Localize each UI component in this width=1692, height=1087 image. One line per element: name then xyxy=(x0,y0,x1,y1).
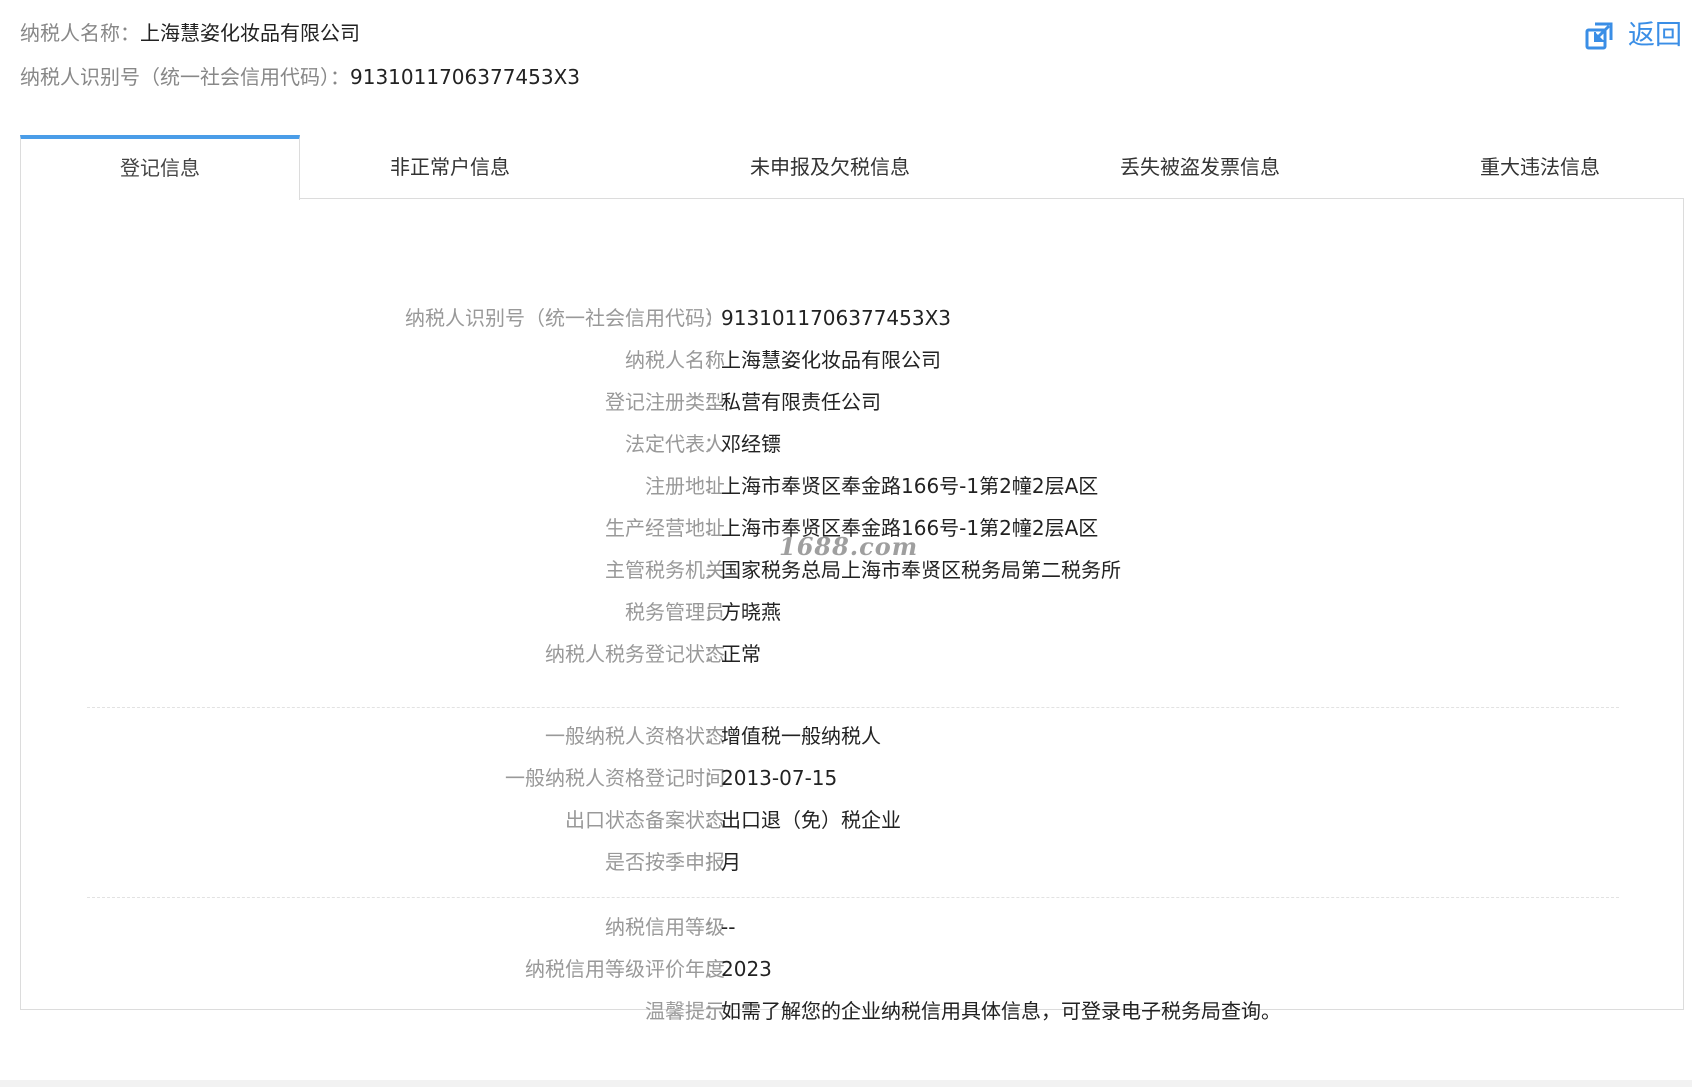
field-value: 邓经镖 xyxy=(721,432,781,456)
field-label: 一般纳税人资格登记时间 xyxy=(505,766,725,790)
field-row-credit-rating-year: 纳税信用等级评价年度： 2023 xyxy=(21,953,1683,985)
tab-major-violation-info[interactable]: 重大违法信息 xyxy=(1400,135,1680,199)
info-panel: 登记信息 非正常户信息 未申报及欠税信息 丢失被盗发票信息 重大违法信息 纳税人… xyxy=(20,135,1684,1023)
bottom-strip xyxy=(0,1080,1692,1087)
tab-unfiled-overdue-tax-info[interactable]: 未申报及欠税信息 xyxy=(640,135,1020,199)
field-row-general-taxpayer-date: 一般纳税人资格登记时间： 2013-07-15 xyxy=(21,762,1683,794)
field-row-legal-representative: 法定代表人：邓经镖 xyxy=(21,428,1683,460)
header-taxpayer-id: 纳税人识别号（统一社会信用代码）：9131011706377453X3 xyxy=(20,64,580,90)
field-label: 纳税人税务登记状态 xyxy=(545,642,725,666)
section-divider xyxy=(87,707,1619,708)
tab-registration-info[interactable]: 登记信息 xyxy=(20,135,300,200)
tab-bar: 登记信息 非正常户信息 未申报及欠税信息 丢失被盗发票信息 重大违法信息 xyxy=(20,135,1684,200)
field-value: 增值税一般纳税人 xyxy=(721,724,881,748)
field-row-taxpayer-id: 纳税人识别号（统一社会信用代码）： 9131011706377453X3 xyxy=(21,302,1683,334)
field-value: 2023 xyxy=(721,957,772,981)
field-row-tax-administrator: 税务管理员：方晓燕 xyxy=(21,596,1683,628)
header-name-value: 上海慧姿化妆品有限公司 xyxy=(140,21,360,45)
field-row-registration-type: 登记注册类型：私营有限责任公司 xyxy=(21,386,1683,418)
watermark-logo: 1688.com xyxy=(779,532,919,561)
field-label: 纳税信用等级评价年度 xyxy=(525,957,725,981)
field-value: 正常 xyxy=(721,642,761,666)
tab-abnormal-household-info[interactable]: 非正常户信息 xyxy=(310,135,590,199)
header-name-label: 纳税人名称： xyxy=(20,21,140,45)
field-value: 上海市奉贤区奉金路166号-1第2幢2层A区 xyxy=(721,474,1099,498)
field-row-quarterly-filing: 是否按季申报：月 xyxy=(21,846,1683,878)
field-value: 2013-07-15 xyxy=(721,766,838,790)
field-label: 纳税人识别号（统一社会信用代码） xyxy=(405,306,725,330)
back-button[interactable]: 返回 xyxy=(1584,18,1682,54)
header-id-label: 纳税人识别号（统一社会信用代码）： xyxy=(20,65,350,89)
section-divider xyxy=(87,897,1619,898)
registration-info-body: 纳税人识别号（统一社会信用代码）： 9131011706377453X3 纳税人名… xyxy=(20,198,1684,1023)
return-arrow-icon xyxy=(1585,22,1613,50)
field-label: 一般纳税人资格状态 xyxy=(545,724,725,748)
field-row-taxpayer-name: 纳税人名称：上海慧姿化妆品有限公司 xyxy=(21,344,1683,376)
field-value: -- xyxy=(721,915,736,939)
field-value: 私营有限责任公司 xyxy=(721,390,881,414)
back-label: 返回 xyxy=(1628,20,1682,51)
header-taxpayer-name: 纳税人名称：上海慧姿化妆品有限公司 xyxy=(20,20,360,46)
field-value: 如需了解您的企业纳税信用具体信息，可登录电子税务局查询。 xyxy=(721,999,1281,1023)
field-row-registration-status: 纳税人税务登记状态：正常 xyxy=(21,638,1683,670)
field-row-export-filing-status: 出口状态备案状态：出口退（免）税企业 xyxy=(21,804,1683,836)
header-id-value: 9131011706377453X3 xyxy=(350,65,581,89)
field-value: 出口退（免）税企业 xyxy=(721,808,901,832)
field-value: 月 xyxy=(721,850,741,874)
field-row-general-taxpayer-status: 一般纳税人资格状态：增值税一般纳税人 xyxy=(21,720,1683,752)
field-value: 9131011706377453X3 xyxy=(721,306,952,330)
field-label: 出口状态备案状态 xyxy=(565,808,725,832)
field-row-credit-rating: 纳税信用等级： -- xyxy=(21,911,1683,943)
field-value: 上海慧姿化妆品有限公司 xyxy=(721,348,941,372)
field-value: 方晓燕 xyxy=(721,600,781,624)
field-row-registered-address: 注册地址：上海市奉贤区奉金路166号-1第2幢2层A区 xyxy=(21,470,1683,502)
tab-lost-stolen-invoice-info[interactable]: 丢失被盗发票信息 xyxy=(1010,135,1390,199)
field-row-tip: 温馨提示：如需了解您的企业纳税信用具体信息，可登录电子税务局查询。 xyxy=(21,995,1683,1027)
